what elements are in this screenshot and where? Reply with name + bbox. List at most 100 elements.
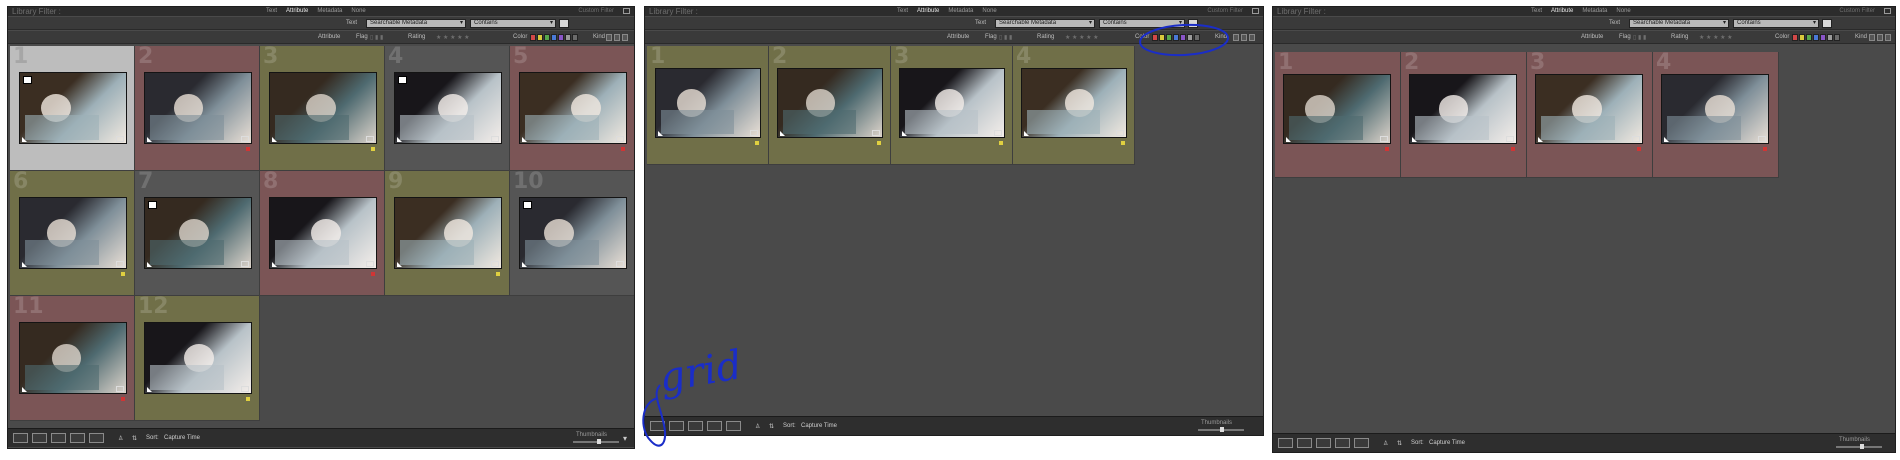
thumbnail-cell[interactable]: 11 bbox=[10, 294, 135, 421]
thumbnail-cell[interactable]: 2 bbox=[135, 44, 260, 171]
thumbnail-cell[interactable]: 12 bbox=[135, 294, 260, 421]
photo-thumbnail[interactable] bbox=[269, 72, 377, 144]
metadata-icon[interactable] bbox=[491, 261, 499, 267]
metadata-icon[interactable] bbox=[1506, 136, 1514, 142]
thumbnail-cell[interactable]: 1 bbox=[1275, 50, 1401, 178]
search-input[interactable] bbox=[1822, 19, 1832, 28]
photo-thumbnail[interactable] bbox=[777, 68, 883, 138]
tab-text[interactable]: Text bbox=[897, 8, 908, 14]
photo-thumbnail[interactable] bbox=[1535, 74, 1643, 144]
metadata-icon[interactable] bbox=[1758, 136, 1766, 142]
purple-label-swatch[interactable] bbox=[558, 34, 564, 41]
thumbnail-cell[interactable]: 4 bbox=[385, 44, 510, 171]
photo-thumbnail[interactable] bbox=[19, 322, 127, 394]
photo-thumbnail[interactable] bbox=[519, 197, 627, 269]
green-label-swatch[interactable] bbox=[1166, 34, 1172, 41]
tab-metadata[interactable]: Metadata bbox=[317, 8, 342, 14]
metadata-icon[interactable] bbox=[1116, 130, 1124, 136]
green-label-swatch[interactable] bbox=[544, 34, 550, 41]
metadata-icon[interactable] bbox=[750, 130, 758, 136]
photo-thumbnail[interactable] bbox=[1021, 68, 1127, 138]
thumbnail-cell[interactable]: 4 bbox=[1653, 50, 1779, 178]
no-label-swatch[interactable] bbox=[1834, 34, 1840, 41]
painter-icon[interactable]: ♙ bbox=[755, 423, 760, 430]
green-label-swatch[interactable] bbox=[1806, 34, 1812, 41]
rating-stars[interactable]: ★ ★ ★ ★ ★ bbox=[1699, 34, 1733, 41]
metadata-icon[interactable] bbox=[116, 136, 124, 142]
tab-attribute[interactable]: Attribute bbox=[1551, 8, 1573, 14]
tab-text[interactable]: Text bbox=[266, 8, 277, 14]
metadata-icon[interactable] bbox=[872, 130, 880, 136]
thumbnail-cell[interactable]: 6 bbox=[10, 169, 135, 296]
quick-collection-badge[interactable] bbox=[148, 201, 157, 209]
custom-label-swatch[interactable] bbox=[1187, 34, 1193, 41]
metadata-icon[interactable] bbox=[116, 261, 124, 267]
tab-attribute[interactable]: Attribute bbox=[286, 8, 308, 14]
metadata-icon[interactable] bbox=[1632, 136, 1640, 142]
metadata-icon[interactable] bbox=[241, 261, 249, 267]
thumbnail-cell[interactable]: 5 bbox=[510, 44, 634, 171]
metadata-icon[interactable] bbox=[366, 136, 374, 142]
lock-icon[interactable] bbox=[1884, 8, 1891, 14]
sort-direction-icon[interactable]: ⇅ bbox=[769, 423, 774, 430]
tab-none[interactable]: None bbox=[982, 8, 996, 14]
metadata-icon[interactable] bbox=[1380, 136, 1388, 142]
people-view-button[interactable] bbox=[89, 433, 104, 443]
tab-metadata[interactable]: Metadata bbox=[1582, 8, 1607, 14]
blue-label-swatch[interactable] bbox=[1173, 34, 1179, 41]
survey-view-button[interactable] bbox=[707, 421, 722, 431]
survey-view-button[interactable] bbox=[70, 433, 85, 443]
custom-label-swatch[interactable] bbox=[565, 34, 571, 41]
tab-text[interactable]: Text bbox=[1531, 8, 1542, 14]
metadata-icon[interactable] bbox=[616, 261, 624, 267]
kind-icons[interactable] bbox=[1869, 34, 1891, 41]
no-label-swatch[interactable] bbox=[572, 34, 578, 41]
photo-thumbnail[interactable] bbox=[144, 197, 252, 269]
photo-thumbnail[interactable] bbox=[394, 72, 502, 144]
yellow-label-swatch[interactable] bbox=[1159, 34, 1165, 41]
thumbnail-cell[interactable]: 7 bbox=[135, 169, 260, 296]
thumbnail-cell[interactable]: 2 bbox=[769, 44, 891, 165]
photo-thumbnail[interactable] bbox=[1661, 74, 1769, 144]
painter-icon[interactable]: ♙ bbox=[118, 435, 123, 442]
rating-stars[interactable]: ★ ★ ★ ★ ★ bbox=[436, 34, 470, 41]
survey-view-button[interactable] bbox=[1335, 438, 1350, 448]
searchable-field-dropdown[interactable]: Searchable Metadata bbox=[995, 19, 1095, 28]
search-input[interactable] bbox=[1188, 19, 1198, 28]
blue-label-swatch[interactable] bbox=[551, 34, 557, 41]
thumbnail-cell[interactable]: 3 bbox=[1527, 50, 1653, 178]
purple-label-swatch[interactable] bbox=[1180, 34, 1186, 41]
flag-icons[interactable]: ▯ ▮ ▮ bbox=[370, 34, 383, 41]
photo-thumbnail[interactable] bbox=[899, 68, 1005, 138]
red-label-swatch[interactable] bbox=[1152, 34, 1158, 41]
tab-none[interactable]: None bbox=[1616, 8, 1630, 14]
metadata-icon[interactable] bbox=[241, 386, 249, 392]
kind-icons[interactable] bbox=[1233, 34, 1255, 41]
contains-dropdown[interactable]: Contains bbox=[470, 19, 556, 28]
metadata-icon[interactable] bbox=[616, 136, 624, 142]
sort-dropdown[interactable]: Capture Time bbox=[801, 423, 837, 429]
lock-icon[interactable] bbox=[1252, 8, 1259, 14]
thumbnail-cell[interactable]: 10 bbox=[510, 169, 634, 296]
quick-collection-badge[interactable] bbox=[23, 76, 32, 84]
photo-thumbnail[interactable] bbox=[394, 197, 502, 269]
contains-dropdown[interactable]: Contains bbox=[1099, 19, 1185, 28]
blue-label-swatch[interactable] bbox=[1813, 34, 1819, 41]
compare-view-button[interactable] bbox=[1316, 438, 1331, 448]
grid-view-button[interactable] bbox=[1278, 438, 1293, 448]
thumbnail-cell[interactable]: 9 bbox=[385, 169, 510, 296]
yellow-label-swatch[interactable] bbox=[1799, 34, 1805, 41]
red-label-swatch[interactable] bbox=[530, 34, 536, 41]
no-label-swatch[interactable] bbox=[1194, 34, 1200, 41]
thumbnail-cell[interactable]: 3 bbox=[891, 44, 1013, 165]
thumbnail-cell[interactable]: 1 bbox=[10, 44, 135, 171]
photo-thumbnail[interactable] bbox=[19, 72, 127, 144]
rating-stars[interactable]: ★ ★ ★ ★ ★ bbox=[1065, 34, 1099, 41]
custom-filter-dropdown[interactable]: Custom Filter bbox=[578, 8, 614, 14]
red-label-swatch[interactable] bbox=[1792, 34, 1798, 41]
searchable-field-dropdown[interactable]: Searchable Metadata bbox=[1629, 19, 1729, 28]
kind-icons[interactable] bbox=[606, 34, 628, 41]
photo-thumbnail[interactable] bbox=[655, 68, 761, 138]
photo-thumbnail[interactable] bbox=[19, 197, 127, 269]
metadata-icon[interactable] bbox=[116, 386, 124, 392]
